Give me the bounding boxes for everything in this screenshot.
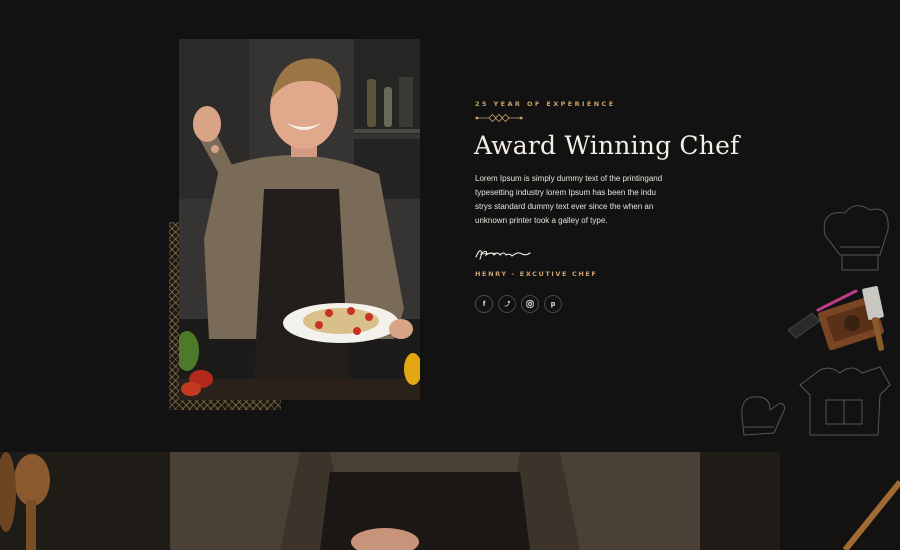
section-title: Award Winning Chef [474, 131, 740, 160]
bottom-hero-banner [0, 452, 900, 550]
twitter-button[interactable] [498, 295, 516, 313]
experience-label: 25 YEAR OF EXPERIENCE [475, 100, 616, 108]
twitter-icon [503, 300, 511, 307]
pinterest-button[interactable]: p [544, 295, 562, 313]
kitchen-tools-decoration [741, 205, 891, 436]
divider-ornament [475, 114, 523, 122]
chef-photo [179, 39, 420, 400]
section-description: Lorem Ipsum is simply dummy text of the … [475, 174, 663, 225]
social-links: f p [475, 295, 562, 313]
about-chef-section: 25 YEAR OF EXPERIENCE Award Winning Chef… [0, 0, 900, 452]
instagram-button[interactable] [521, 295, 539, 313]
chef-name: HENRY - EXCUTIVE CHEF [475, 270, 598, 278]
chef-signature [475, 250, 531, 260]
pinterest-icon: p [550, 300, 556, 308]
facebook-button[interactable]: f [475, 295, 493, 313]
facebook-icon: f [482, 300, 486, 308]
instagram-icon [526, 300, 534, 308]
